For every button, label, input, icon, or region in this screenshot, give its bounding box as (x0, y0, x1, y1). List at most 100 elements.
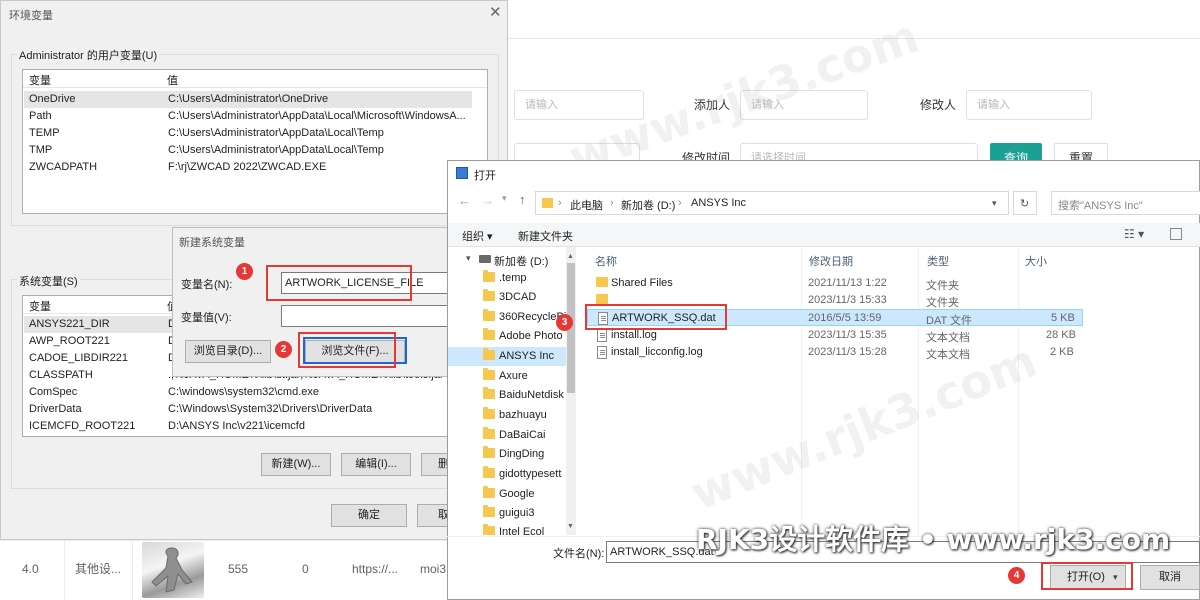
file-date: 2016/5/5 13:59 (808, 312, 882, 324)
file-date: 2021/11/13 1:22 (808, 277, 887, 289)
breadcrumb-item[interactable]: 此电脑 (570, 197, 603, 213)
step-badge: 3 (556, 314, 573, 331)
drive-icon (479, 255, 491, 263)
var-name: ZWCADPATH (29, 161, 98, 173)
tree-item[interactable]: DingDing (448, 445, 566, 464)
col-type-header[interactable]: 类型 (927, 253, 949, 269)
list-item[interactable]: ComSpec C:\windows\system32\cmd.exe (24, 384, 472, 401)
var-value: C:\windows\system32\cmd.exe (168, 386, 319, 398)
col-size-header[interactable]: 大小 (1025, 253, 1047, 269)
address-bar[interactable]: › 此电脑 › 新加卷 (D:) › ANSYS Inc ▾ (535, 191, 1009, 215)
tree-label: ANSYS Inc (499, 350, 555, 362)
row-link[interactable]: https://... (352, 540, 398, 598)
refresh-button[interactable]: ↻ (1013, 191, 1037, 215)
modifier-input[interactable]: 请输入 (966, 90, 1092, 120)
folder-icon (483, 427, 495, 439)
step-badge: 4 (1008, 567, 1025, 584)
new-var-button[interactable]: 新建(W)... (261, 453, 331, 476)
tree-label: Axure (499, 370, 528, 382)
scroll-down-icon[interactable]: ▼ (567, 523, 575, 530)
expand-icon[interactable]: ▾ (466, 253, 471, 264)
ok-button[interactable]: 确定 (331, 504, 407, 527)
var-name: CADOE_LIBDIR221 (29, 352, 129, 364)
tree-item[interactable]: DaBaiCai (448, 426, 566, 445)
up-icon[interactable]: ↑ (519, 192, 526, 207)
back-icon[interactable]: ← (458, 193, 471, 208)
breadcrumb-item[interactable]: ANSYS Inc (691, 197, 746, 209)
chevron-right-icon: › (678, 197, 682, 209)
list-item[interactable]: ZWCADPATH F:\rj\ZWCAD 2022\ZWCAD.EXE (24, 159, 472, 176)
tree-label: gidottypesett (499, 468, 562, 480)
edit-var-button[interactable]: 编辑(I)... (341, 453, 411, 476)
tree-item[interactable]: gidottypesett (448, 465, 566, 484)
forward-icon[interactable]: → (481, 193, 494, 208)
tree-item[interactable]: guigui3 (448, 504, 566, 523)
new-folder-button[interactable]: 新建文件夹 (518, 228, 573, 244)
row-category: 其他设... (75, 562, 122, 576)
thumbnail-image (142, 542, 204, 598)
col-var-header[interactable]: 变量 (29, 72, 51, 88)
modifier-label: 修改人 (920, 98, 957, 112)
tree-item[interactable]: 360RecycleBin (448, 308, 566, 327)
tree-scrollbar[interactable]: ▲ ▼ (566, 247, 576, 535)
close-icon[interactable]: ✕ (489, 3, 502, 21)
tree-item-drive[interactable]: ▾ 新加卷 (D:) (448, 250, 578, 269)
tree-item-selected[interactable]: ANSYS Inc (448, 347, 566, 366)
search-input[interactable]: 搜索"ANSYS Inc" (1051, 191, 1200, 215)
cancel-button[interactable]: 取消 (1140, 565, 1200, 590)
col-date-header[interactable]: 修改日期 (809, 253, 853, 269)
file-type: DAT 文件 (926, 315, 973, 327)
folder-icon (483, 466, 495, 478)
preview-pane-icon[interactable] (1170, 228, 1182, 240)
file-row[interactable]: Shared Files 2021/11/13 1:22 文件夹 (587, 275, 1083, 292)
tree-label: .temp (499, 272, 527, 284)
browse-dir-button[interactable]: 浏览目录(D)... (185, 340, 271, 363)
file-size: 5 KB (1051, 312, 1075, 324)
organize-menu[interactable]: 组织 ▾ (462, 228, 493, 244)
var-name: TMP (29, 144, 53, 156)
list-item[interactable]: DriverData C:\Windows\System32\Drivers\D… (24, 401, 472, 418)
tree-item[interactable]: .temp (448, 269, 566, 288)
chevron-right-icon: › (558, 197, 562, 209)
list-item[interactable]: ICEMCFD_ROOT221 D:\ANSYS Inc\v221\icemcf… (24, 418, 472, 435)
file-type: 文件夹 (926, 280, 959, 292)
recent-dropdown-icon[interactable]: ▾ (502, 193, 507, 204)
step-badge: 2 (275, 341, 292, 358)
scroll-up-icon[interactable]: ▲ (567, 253, 575, 260)
tree-item[interactable]: Adobe Photo (448, 327, 566, 346)
file-icon (597, 329, 607, 342)
tree-item[interactable]: 3DCAD (448, 288, 566, 307)
folder-icon (483, 270, 495, 282)
view-options-icon[interactable]: ☷ ▾ (1124, 227, 1144, 241)
tree-item[interactable]: Google (448, 485, 566, 504)
tree-item[interactable]: BaiduNetdisk (448, 386, 566, 405)
folder-icon (483, 407, 495, 419)
user-vars-list[interactable]: 变量 值 OneDrive C:\Users\Administrator\One… (22, 69, 488, 214)
list-item[interactable]: Path C:\Users\Administrator\AppData\Loca… (24, 108, 472, 125)
refresh-icon: ↻ (1020, 198, 1030, 210)
tree-item[interactable]: Intel Ecol (448, 523, 566, 535)
col-val-header[interactable]: 值 (167, 72, 178, 88)
folder-icon (596, 294, 608, 304)
tree-label: Adobe Photo (499, 330, 563, 342)
tree-item[interactable]: bazhuayu (448, 406, 566, 425)
list-item[interactable]: TEMP C:\Users\Administrator\AppData\Loca… (24, 125, 472, 142)
list-item[interactable]: OneDrive C:\Users\Administrator\OneDrive (24, 91, 472, 108)
folder-icon (483, 505, 495, 517)
nav-tree[interactable]: ▾ 新加卷 (D:) .temp 3DCAD 360RecycleBin Ado… (448, 247, 578, 535)
search-placeholder: 搜索"ANSYS Inc" (1058, 200, 1143, 212)
chevron-down-icon[interactable]: ▾ (992, 198, 997, 209)
file-size: 2 KB (1050, 346, 1074, 358)
list-item[interactable]: TMP C:\Users\Administrator\AppData\Local… (24, 142, 472, 159)
file-type: 文本文档 (926, 332, 970, 344)
var-name: OneDrive (29, 93, 76, 105)
col-name-header[interactable]: 名称 (595, 253, 617, 269)
folder-icon (483, 348, 495, 360)
tree-label: DingDing (499, 448, 545, 460)
file-date: 2023/11/3 15:33 (808, 294, 887, 306)
col-var-header[interactable]: 变量 (29, 298, 51, 314)
tree-item[interactable]: Axure (448, 367, 566, 386)
breadcrumb-item[interactable]: 新加卷 (D:) (621, 197, 675, 213)
tree-label: BaiduNetdisk (499, 389, 564, 401)
var-value-input[interactable] (281, 305, 461, 327)
